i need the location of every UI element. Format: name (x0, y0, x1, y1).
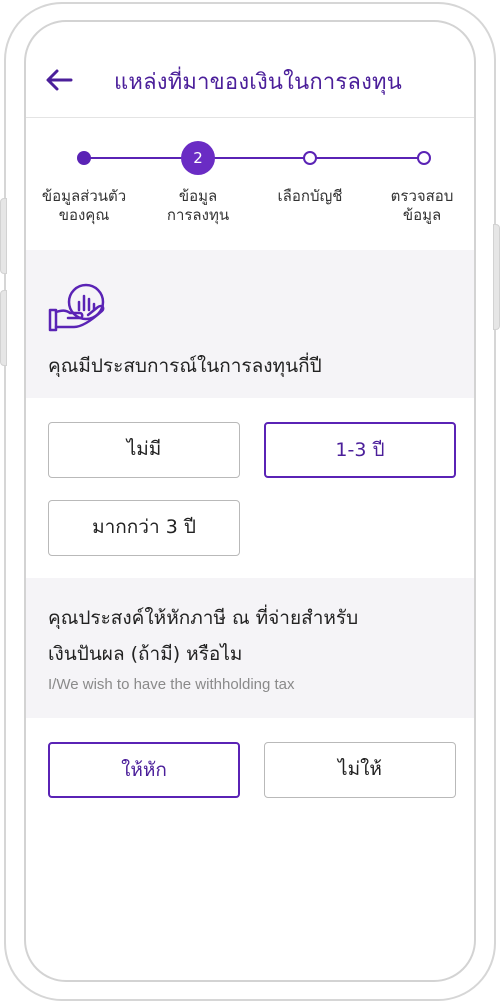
power-button (493, 224, 500, 330)
withholding-subtitle: I/We wish to have the withholding tax (48, 676, 295, 693)
experience-question: คุณมีประสบการณ์ในการลงทุนกี่ปี (48, 355, 322, 377)
step-1-dot (77, 151, 91, 165)
step-3-label: เลือกบัญชี (277, 187, 343, 205)
withhold-no-button[interactable]: ไม่ให้ (264, 742, 456, 798)
option-none-button[interactable]: ไม่มี (48, 422, 240, 478)
withholding-question-line-1: คุณประสงค์ให้หักภาษี ณ ที่จ่ายสำหรับ (48, 607, 359, 629)
withholding-question-panel: คุณประสงค์ให้หักภาษี ณ ที่จ่ายสำหรับ เงิ… (26, 578, 474, 718)
step-4-dot (417, 151, 431, 165)
phone-screen: แหล่งที่มาของเงินในการลงทุน 2 ข้อมูลส่วน… (24, 20, 476, 982)
experience-question-panel: คุณมีประสบการณ์ในการลงทุนกี่ปี (26, 250, 474, 398)
withhold-yes-button[interactable]: ให้หัก (48, 742, 240, 798)
withholding-question-line-2: เงินปันผล (ถ้ามี) หรือไม (48, 643, 243, 665)
volume-up-button (0, 198, 7, 274)
option-1-3-years-button[interactable]: 1-3 ปี (264, 422, 456, 478)
step-4-label: ตรวจสอบ ข้อมูล (390, 187, 454, 224)
step-1-label: ข้อมูลส่วนตัว ของคุณ (41, 187, 127, 224)
hand-chart-icon (48, 283, 105, 332)
step-3-dot (303, 151, 317, 165)
option-more-than-3-years-button[interactable]: มากกว่า 3 ปี (48, 500, 240, 556)
app-header: แหล่งที่มาของเงินในการลงทุน (26, 22, 474, 118)
step-2-dot: 2 (181, 141, 215, 175)
step-2-label: ข้อมูล การลงทุน (166, 187, 230, 224)
withholding-question: คุณประสงค์ให้หักภาษี ณ ที่จ่ายสำหรับ เงิ… (48, 600, 358, 672)
progress-stepper: 2 ข้อมูลส่วนตัว ของคุณ ข้อมูล การลงทุน เ… (26, 119, 474, 249)
page-title: แหล่งที่มาของเงินในการลงทุน (114, 70, 402, 95)
volume-down-button (0, 290, 7, 366)
stepper-track (84, 157, 424, 159)
back-arrow-icon[interactable] (44, 68, 74, 92)
